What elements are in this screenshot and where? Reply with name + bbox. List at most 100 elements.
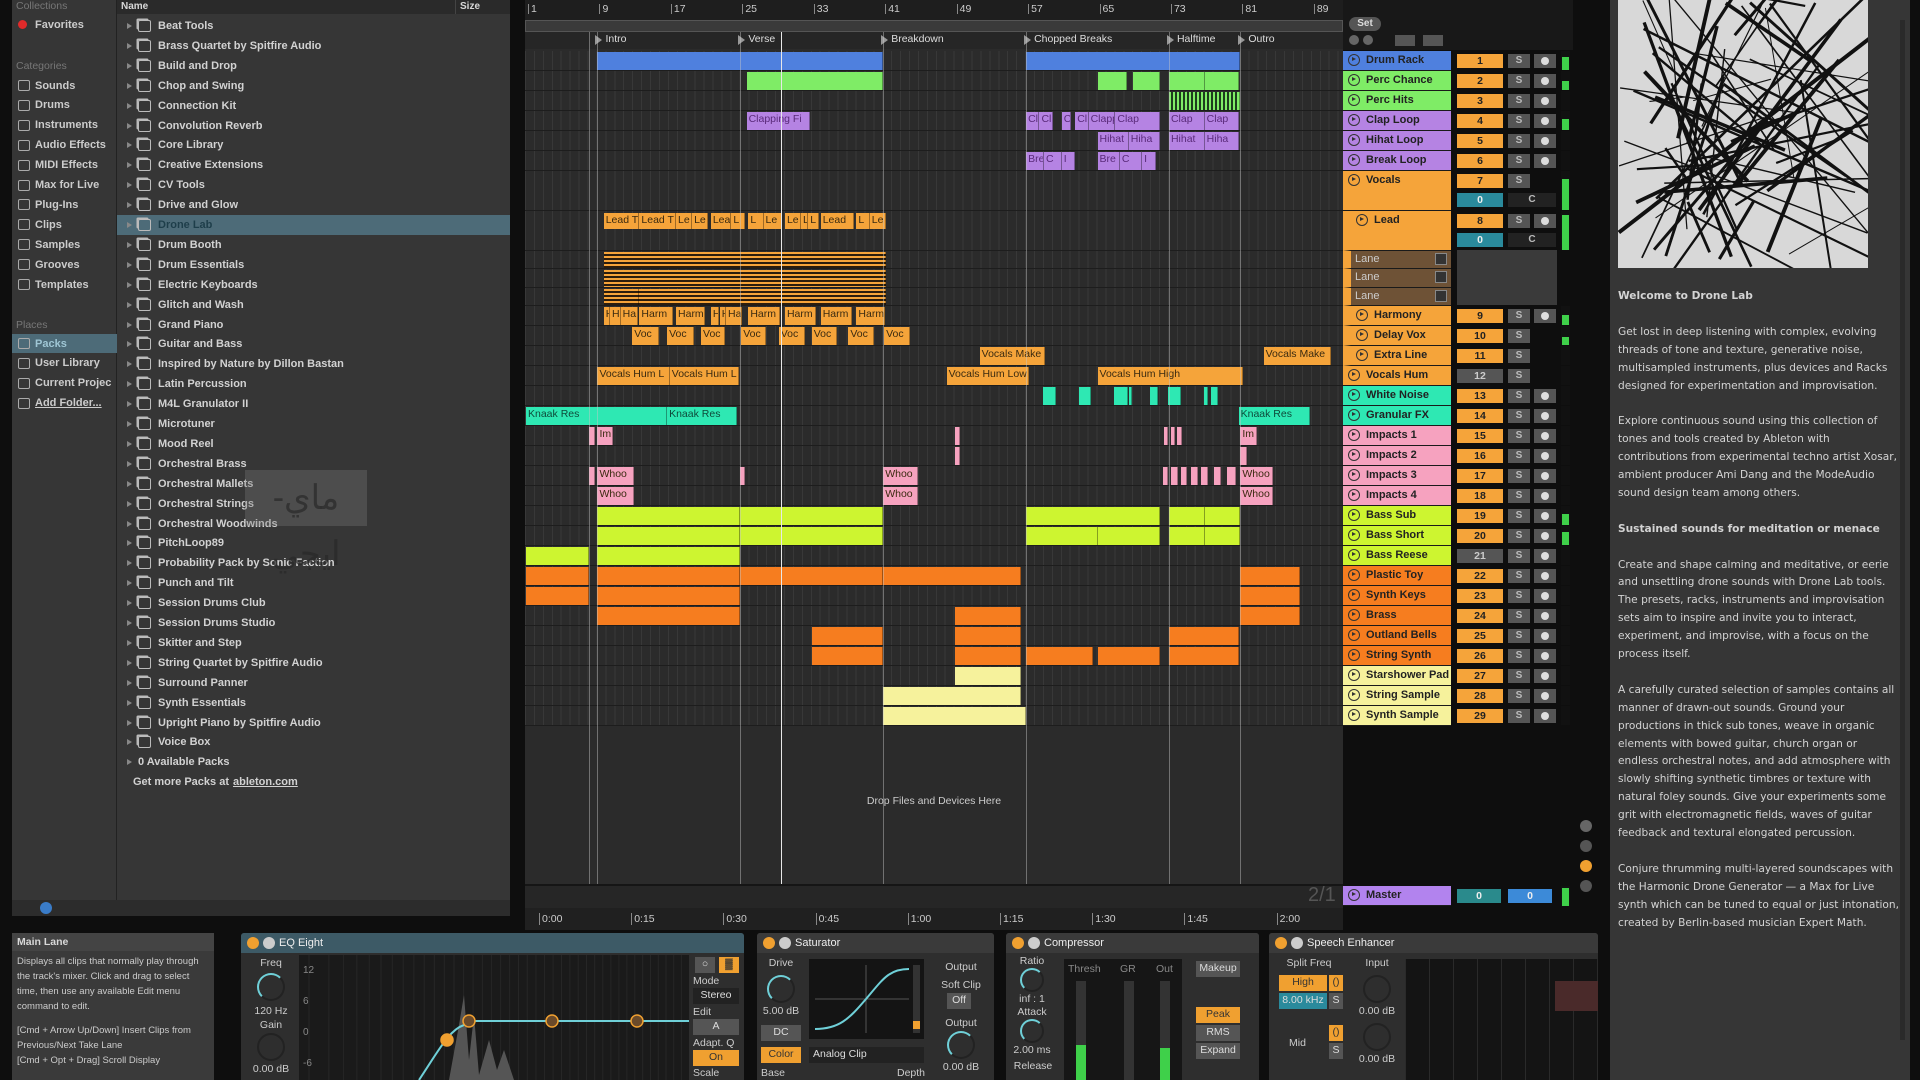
track-header-hihat-loop[interactable]: Hihat Loop — [1343, 131, 1451, 151]
play-icon[interactable] — [1348, 114, 1360, 126]
clip[interactable]: Harm — [784, 306, 817, 325]
track-header-perc-hits[interactable]: Perc Hits — [1343, 91, 1451, 111]
clip[interactable] — [954, 646, 1021, 665]
track-header-outland-bells[interactable]: Outland Bells — [1343, 625, 1451, 646]
clip[interactable]: Hihat — [1168, 132, 1205, 150]
solo-button[interactable]: S — [1508, 448, 1530, 463]
arm-button[interactable] — [1534, 588, 1556, 603]
clip[interactable] — [1168, 526, 1205, 545]
track-header-bass-short[interactable]: Bass Short — [1343, 525, 1451, 546]
clip[interactable] — [1204, 506, 1241, 525]
play-icon[interactable] — [1348, 648, 1360, 661]
expand-arrow-icon[interactable] — [127, 341, 132, 348]
arm-button[interactable] — [1534, 648, 1556, 663]
expand-arrow-icon[interactable] — [127, 739, 132, 746]
expand-arrow-icon[interactable] — [127, 460, 132, 467]
expand-arrow-icon[interactable] — [127, 480, 132, 487]
track-header-delay-vox[interactable]: Delay Vox — [1343, 325, 1451, 346]
solo-button[interactable]: S — [1508, 54, 1530, 68]
clip[interactable] — [1026, 646, 1094, 665]
clip[interactable]: Voc — [701, 326, 726, 345]
track-activator[interactable]: 25 — [1457, 628, 1503, 643]
arm-button[interactable] — [1534, 388, 1556, 403]
clip[interactable]: Whoo — [1240, 466, 1274, 485]
track-activator[interactable]: 1 — [1457, 54, 1503, 68]
solo-button[interactable]: S — [1508, 528, 1530, 543]
play-icon[interactable] — [1356, 308, 1368, 321]
solo-button[interactable]: S — [1508, 608, 1530, 623]
hotswap-icon[interactable] — [40, 902, 52, 914]
pack-list-item[interactable]: Convolution Reverb — [117, 116, 510, 136]
sidebar-item-sounds[interactable]: Sounds — [12, 76, 117, 95]
pack-list-item[interactable]: Brass Quartet by Spitfire Audio — [117, 36, 510, 56]
expand-arrow-icon[interactable] — [127, 202, 132, 209]
solo-button[interactable]: S — [1508, 628, 1530, 643]
clip[interactable]: Le — [692, 213, 709, 229]
track-header-impacts-1[interactable]: Impacts 1 — [1343, 425, 1451, 446]
clip[interactable] — [597, 606, 741, 625]
clip[interactable]: Lead — [820, 213, 854, 229]
play-icon[interactable] — [1348, 688, 1360, 701]
arm-button[interactable] — [1534, 448, 1556, 463]
solo-button[interactable]: S — [1508, 408, 1530, 423]
play-icon[interactable] — [1356, 328, 1368, 341]
pack-list-item[interactable]: Chop and Swing — [117, 76, 510, 96]
sidebar-item-max-for-live[interactable]: Max for Live — [12, 176, 117, 195]
sidebar-item-drums[interactable]: Drums — [12, 96, 117, 115]
track-header-clap-loop[interactable]: Clap Loop — [1343, 111, 1451, 131]
track-pan[interactable]: C — [1508, 233, 1556, 247]
clip[interactable]: Whoo — [883, 466, 918, 485]
clip[interactable] — [1133, 72, 1161, 90]
clip[interactable] — [639, 288, 886, 305]
play-icon[interactable] — [1348, 368, 1360, 381]
track-activator[interactable]: 28 — [1457, 688, 1503, 703]
edit-button[interactable]: A — [693, 1019, 739, 1035]
track-header-vocals[interactable]: Vocals — [1343, 171, 1451, 211]
pack-list-item[interactable]: Voice Box — [117, 732, 510, 752]
play-icon[interactable] — [1348, 508, 1360, 521]
sidebar-item-samples[interactable]: Samples — [12, 235, 117, 254]
clip[interactable] — [1113, 386, 1128, 405]
arm-button[interactable] — [1534, 568, 1556, 583]
play-icon[interactable] — [1348, 154, 1360, 166]
lane-speaker-icon[interactable] — [1435, 253, 1447, 265]
sidebar-item-midi-effects[interactable]: MIDI Effects — [12, 156, 117, 175]
play-icon[interactable] — [1348, 528, 1360, 541]
clip[interactable]: Whoo — [597, 486, 635, 505]
clip[interactable]: H — [609, 306, 621, 325]
track-activator[interactable]: 15 — [1457, 428, 1503, 443]
sidebar-item-instruments[interactable]: Instruments — [12, 116, 117, 135]
clip[interactable] — [954, 446, 960, 465]
expand-arrow-icon[interactable] — [127, 381, 132, 388]
clip[interactable] — [954, 666, 1021, 685]
track-activator[interactable]: 17 — [1457, 468, 1503, 483]
adaptq-toggle[interactable]: On — [693, 1050, 739, 1066]
arm-button[interactable] — [1534, 308, 1556, 323]
pack-list-item[interactable]: Microtuner — [117, 414, 510, 434]
arm-button[interactable] — [1534, 94, 1556, 108]
arm-button[interactable] — [1534, 528, 1556, 543]
solo-button[interactable]: S — [1508, 688, 1530, 703]
track-activator[interactable]: 20 — [1457, 528, 1503, 543]
device-fold-icon[interactable] — [1291, 937, 1303, 949]
locator-outro[interactable]: Outro — [1238, 33, 1275, 47]
solo-button[interactable]: S — [1508, 388, 1530, 403]
track-activator[interactable]: 3 — [1457, 94, 1503, 108]
clip[interactable]: Vocals Hum Low — [946, 366, 1029, 385]
clip[interactable]: L — [731, 213, 745, 229]
track-header-granular-fx[interactable]: Granular FX — [1343, 405, 1451, 426]
arm-button[interactable] — [1534, 668, 1556, 683]
track-activator[interactable]: 23 — [1457, 588, 1503, 603]
clip[interactable] — [1128, 386, 1133, 405]
clip[interactable] — [1043, 386, 1056, 405]
pack-list-item[interactable]: Build and Drop — [117, 56, 510, 76]
sidebar-item-audio-effects[interactable]: Audio Effects — [12, 136, 117, 155]
sidebar-item-favorites[interactable]: Favorites — [12, 15, 117, 34]
clip[interactable]: Harm — [856, 306, 885, 325]
track-activator[interactable]: 13 — [1457, 388, 1503, 403]
draw-mode-icon[interactable] — [1395, 35, 1415, 46]
clip[interactable] — [954, 606, 1021, 625]
solo-button[interactable]: S — [1508, 488, 1530, 503]
track-header-break-loop[interactable]: Break Loop — [1343, 151, 1451, 171]
master-pan[interactable]: 0 — [1508, 889, 1552, 903]
